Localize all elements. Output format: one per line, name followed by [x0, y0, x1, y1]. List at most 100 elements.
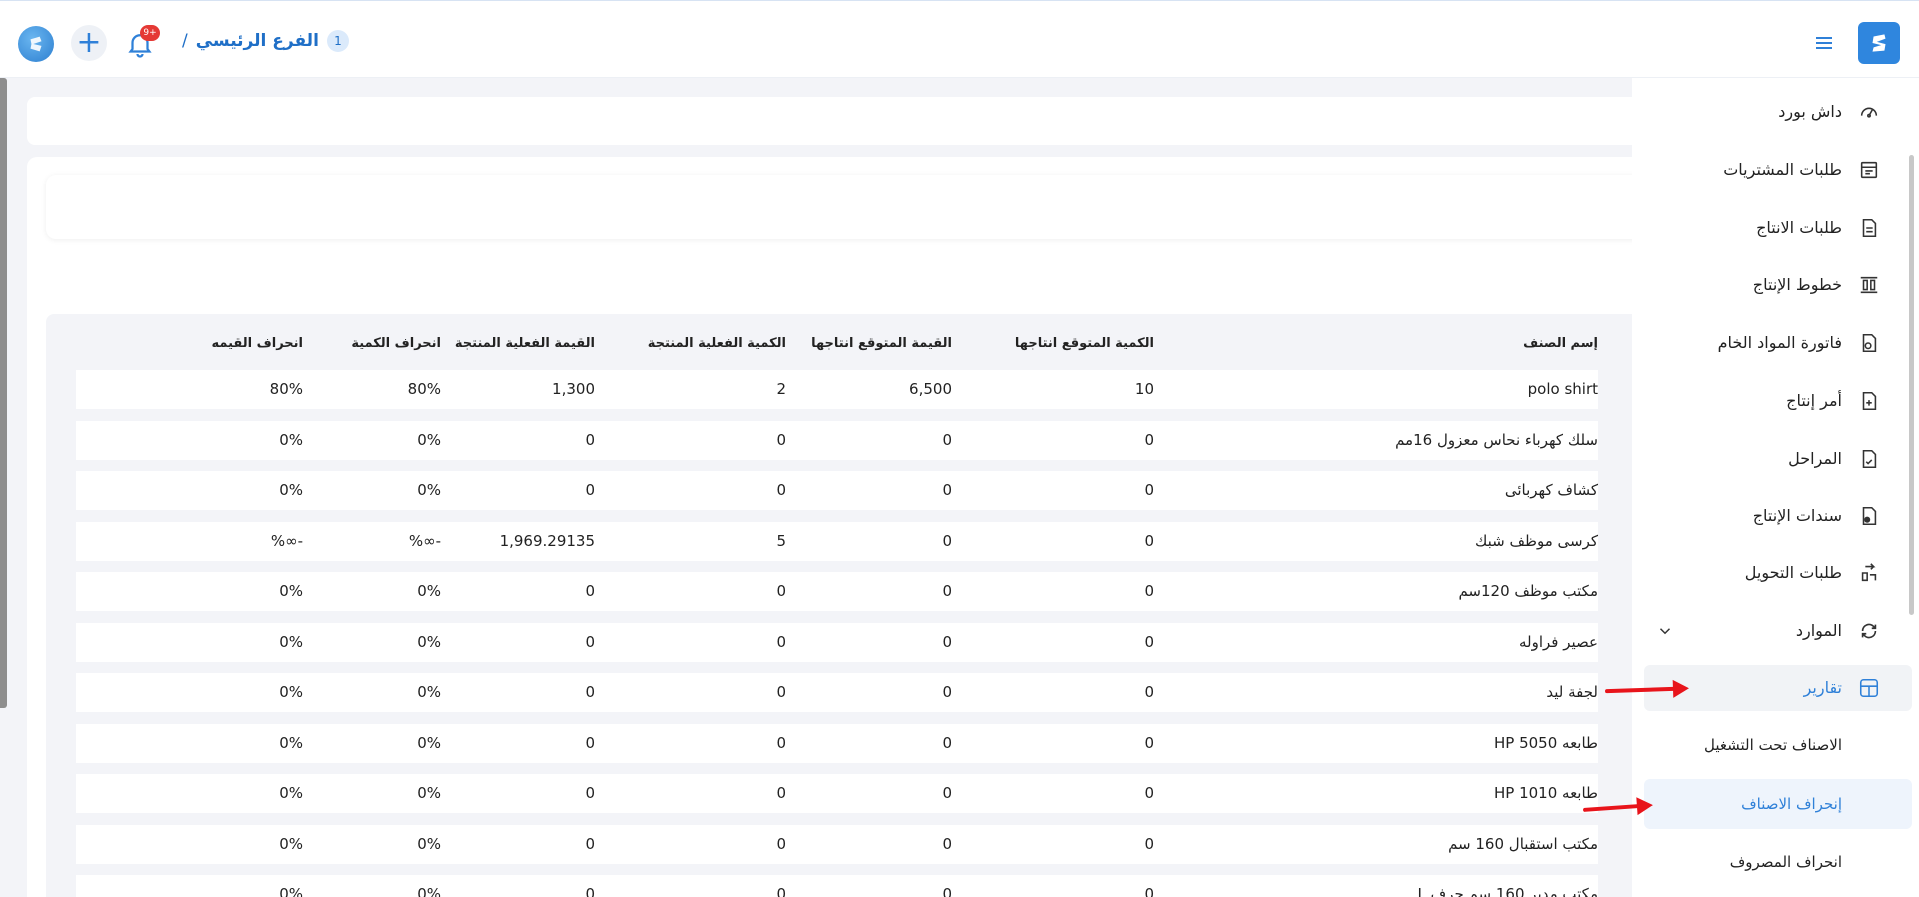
table-row[interactable]: عصير فراوله 0 0 0 0 0% 0%: [76, 622, 1598, 662]
table-header: إسم الصنف الكمية المتوقع انتاجها القيمة …: [76, 336, 1598, 358]
table-row[interactable]: كرسى موظف شبك 0 0 5 1,969.29135 -∞% -∞%: [76, 521, 1598, 561]
cell-value-deviation: 0%: [279, 430, 303, 449]
table-row[interactable]: polo shirt 10 6,500 2 1,300 80% 80%: [76, 370, 1598, 409]
production-vouchers-icon: [1862, 506, 1877, 526]
hamburger-menu-icon[interactable]: [1812, 31, 1836, 55]
search-bar[interactable]: ف: [27, 97, 1697, 145]
header-value-deviation[interactable]: انحراف القيمه: [212, 336, 303, 351]
top-bar: + 9+ 1 الفرع الرئيسي /: [0, 0, 1919, 78]
header-qty-deviation[interactable]: انحراف الكمية: [351, 336, 441, 351]
cell-actual-qty: 0: [776, 582, 786, 600]
cell-actual-qty: 0: [776, 733, 786, 752]
sidebar-item-transfer-requests[interactable]: طلبات التحويل: [1644, 550, 1912, 596]
sidebar-subitem-expense-deviation[interactable]: انحراف المصروف: [1644, 837, 1912, 887]
cell-qty-deviation: 0%: [417, 481, 441, 499]
cell-actual-qty: 0: [776, 632, 786, 651]
cell-actual-qty: 0: [776, 683, 786, 701]
sidebar-subitem-label: إنحراف الاصناف: [1741, 795, 1842, 813]
header-expected-qty[interactable]: الكمية المتوقع انتاجها: [1015, 336, 1154, 351]
sidebar-item-label: أمر إنتاج: [1786, 391, 1842, 410]
filter-panel[interactable]: [46, 175, 1696, 239]
sidebar-item-production-requests[interactable]: طلبات الانتاج: [1644, 205, 1912, 251]
cell-expected-value: 0: [942, 582, 952, 600]
cell-item-name: مكتب استقبال 160 سم: [1448, 834, 1598, 853]
table-row[interactable]: طابعه HP 1010 0 0 0 0 0% 0%: [76, 774, 1598, 813]
cell-expected-value: 0: [942, 834, 952, 853]
breadcrumb-separator: /: [182, 31, 188, 51]
cell-expected-value: 0: [942, 632, 952, 651]
cell-qty-deviation: 0%: [417, 885, 441, 897]
cell-qty-deviation: 0%: [417, 733, 441, 752]
cell-qty-deviation: 0%: [417, 632, 441, 651]
cell-expected-value: 0: [942, 531, 952, 550]
header-actual-value[interactable]: القيمة الفعلية المنتجة: [455, 336, 595, 351]
cell-item-name: كرسى موظف شبك: [1474, 531, 1598, 550]
branch-selector[interactable]: 1 الفرع الرئيسي /: [176, 30, 349, 52]
notification-badge: 9+: [140, 25, 160, 41]
add-button[interactable]: +: [71, 25, 107, 61]
sidebar-item-label: الموارد: [1795, 621, 1842, 640]
sidebar-item-label: داش بورد: [1778, 102, 1842, 121]
sidebar-item-production-order[interactable]: أمر إنتاج: [1644, 378, 1912, 424]
cell-actual-value: 0: [585, 885, 595, 897]
cell-qty-deviation: 0%: [417, 582, 441, 600]
cell-item-name: مكتب مدير 160 سم جرف L: [1417, 885, 1598, 897]
sidebar-item-purchase-requests[interactable]: طلبات المشتريات: [1644, 147, 1912, 193]
sidebar-item-resources[interactable]: الموارد: [1644, 608, 1912, 654]
header-expected-value[interactable]: القيمة المتوقع انتاجها: [811, 336, 952, 351]
reports-icon: [1859, 678, 1879, 698]
table-row[interactable]: طابعه HP 5050 0 0 0 0 0% 0%: [76, 723, 1598, 763]
chevron-down-icon[interactable]: [1656, 622, 1674, 640]
sidebar-item-production-vouchers[interactable]: سندات الإنتاج: [1644, 493, 1912, 539]
table-row[interactable]: لجفة ليد 0 0 0 0 0% 0%: [76, 673, 1598, 712]
production-requests-icon: [1862, 218, 1877, 238]
table-row[interactable]: كشاف كهربائى 0 0 0 0 0% 0%: [76, 471, 1598, 510]
cell-expected-value: 0: [942, 784, 952, 802]
cell-value-deviation: 0%: [279, 632, 303, 651]
cell-item-name: عصير فراوله: [1519, 632, 1598, 651]
cell-actual-value: 1,969.29135: [499, 531, 595, 550]
table-row[interactable]: مكتب موظف 120سم 0 0 0 0 0% 0%: [76, 572, 1598, 611]
cell-expected-qty: 0: [1144, 531, 1154, 550]
cell-item-name: كشاف كهربائى: [1504, 481, 1598, 499]
cell-item-name: سلك كهرباء نحاس معزول 16مم: [1395, 430, 1598, 449]
table-row[interactable]: سلك كهرباء نحاس معزول 16مم 0 0 0 0 0% 0%: [76, 420, 1598, 460]
cell-expected-qty: 0: [1144, 632, 1154, 651]
cell-expected-qty: 0: [1144, 582, 1154, 600]
app-logo-icon[interactable]: [18, 26, 54, 62]
purchase-requests-icon: [1860, 161, 1878, 179]
header-actual-qty[interactable]: الكمية الفعلية المنتجة: [648, 336, 786, 351]
cell-value-deviation: 0%: [279, 784, 303, 802]
cell-expected-value: 0: [942, 481, 952, 499]
table-row[interactable]: مكتب مدير 160 سم جرف L 0 0 0 0 0% 0%: [76, 875, 1598, 897]
cell-expected-qty: 0: [1144, 481, 1154, 499]
production-order-icon: [1862, 391, 1877, 411]
cell-qty-deviation: 0%: [417, 430, 441, 449]
page-scrollbar[interactable]: [0, 78, 7, 708]
sidebar-item-label: طلبات المشتريات: [1723, 160, 1842, 179]
sidebar-item-production-lines[interactable]: خطوط الإنتاج: [1644, 262, 1912, 308]
sidebar-item-label: فاتورة المواد الخام: [1717, 333, 1842, 352]
cell-actual-qty: 0: [776, 481, 786, 499]
header-item-name[interactable]: إسم الصنف: [1523, 336, 1598, 351]
sidebar: [1632, 78, 1919, 897]
sidebar-subitem-items-deviation[interactable]: إنحراف الاصناف: [1644, 779, 1912, 829]
branch-number: 1: [326, 30, 349, 52]
sidebar-item-raw-materials-invoice[interactable]: فاتورة المواد الخام: [1644, 320, 1912, 366]
cell-actual-value: 1,300: [552, 380, 595, 398]
dashboard-icon: [1860, 107, 1878, 118]
branch-name: الفرع الرئيسي: [195, 31, 319, 51]
production-lines-icon: [1860, 276, 1878, 294]
brand-logo-icon[interactable]: [1858, 22, 1900, 64]
table-row[interactable]: مكتب استقبال 160 سم 0 0 0 0 0% 0%: [76, 824, 1598, 864]
cell-actual-value: 0: [585, 632, 595, 651]
cell-item-name: polo shirt: [1527, 380, 1598, 398]
cell-expected-value: 0: [942, 430, 952, 449]
sidebar-subitem-items-in-progress[interactable]: الاصناف تحت التشغيل: [1644, 720, 1912, 770]
cell-actual-value: 0: [585, 481, 595, 499]
cell-actual-qty: 0: [776, 784, 786, 802]
cell-value-deviation: 0%: [279, 733, 303, 752]
sidebar-item-dashboard[interactable]: داش بورد: [1644, 89, 1912, 135]
cell-expected-value: 0: [942, 733, 952, 752]
sidebar-item-stages[interactable]: المراحل: [1644, 436, 1912, 482]
